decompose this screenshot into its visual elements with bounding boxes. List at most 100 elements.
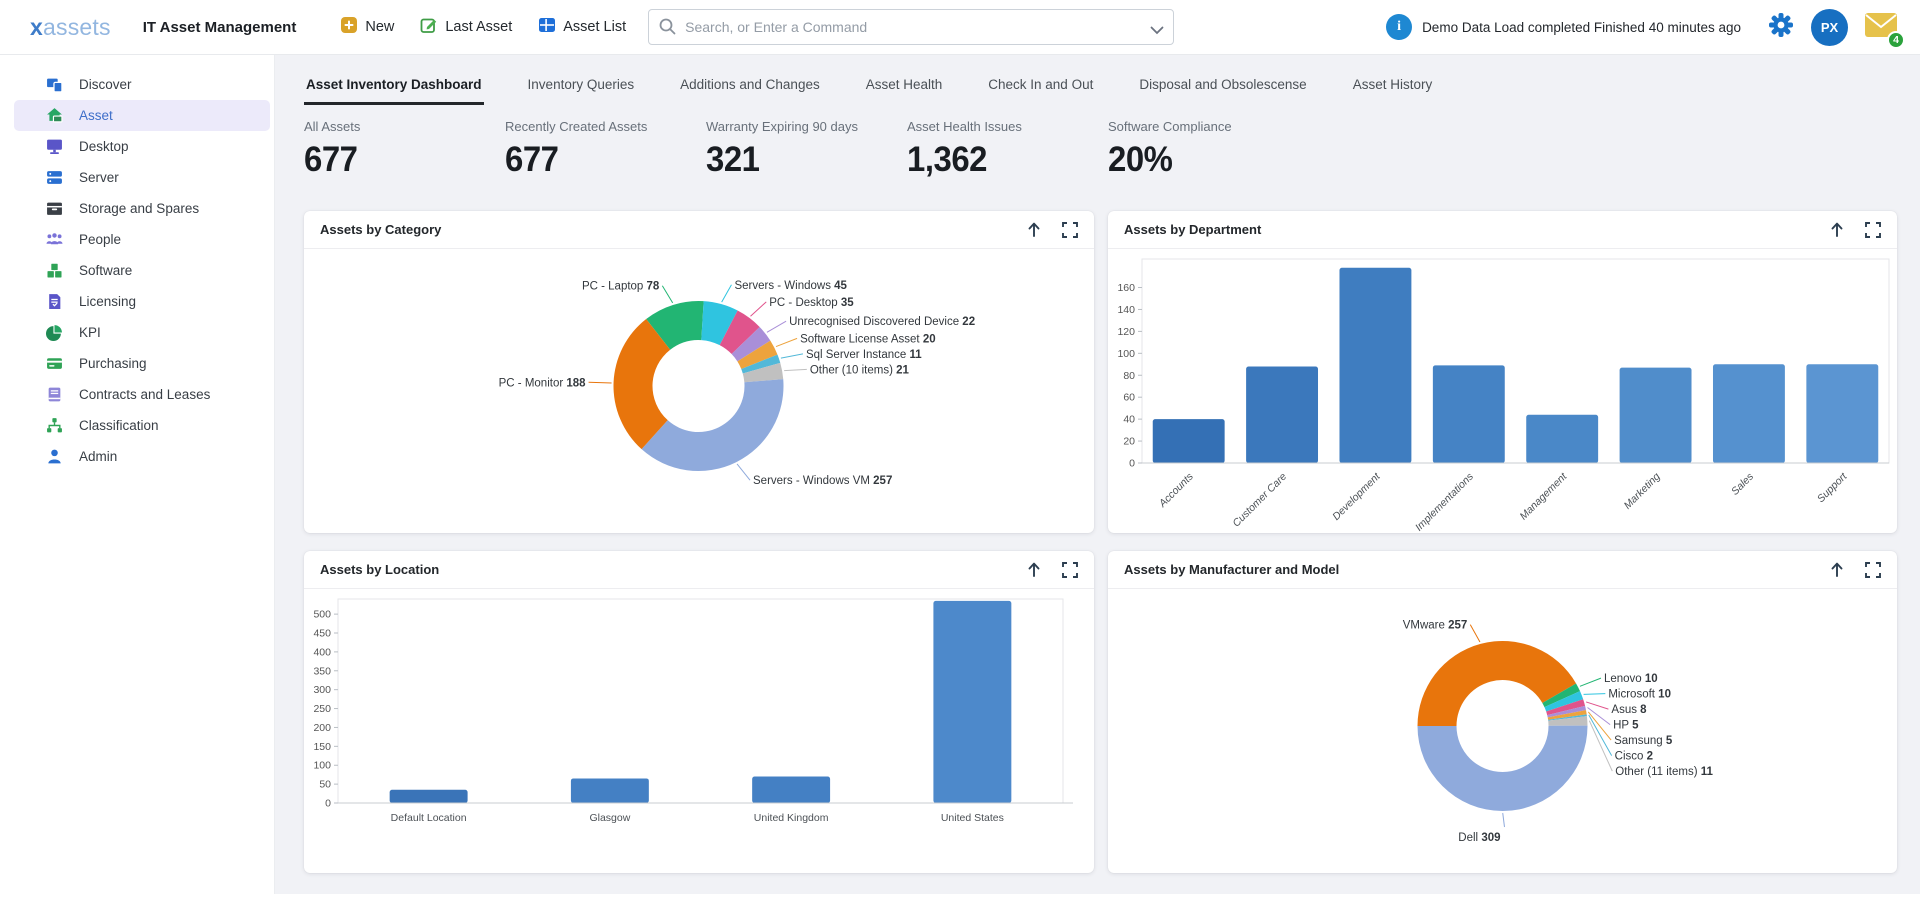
notification-banner: i Demo Data Load completed Finished 40 m… [1386,14,1741,40]
tab-asset-health[interactable]: Asset Health [864,75,945,105]
label-leader-line [722,285,732,302]
sidebar-item-server[interactable]: Server [14,162,270,193]
search-input[interactable] [648,9,1174,45]
label-leader-line [784,369,807,370]
bar-default-location[interactable] [390,790,468,803]
edit-pencil-icon [420,16,438,38]
label-leader-line [737,464,750,480]
export-arrow-up-icon[interactable] [1026,561,1042,578]
table-grid-icon [538,16,556,38]
asset-list-button[interactable]: Asset List [538,16,626,38]
donut-slice-label: Servers - Windows VM 257 [753,475,892,487]
card-assets-by-manufacturer-and-model: Assets by Manufacturer and Model VMware … [1108,551,1897,873]
xassets-logo[interactable]: xassets [30,14,111,41]
kpi-value: 321 [706,140,895,180]
kpi-value: 20% [1108,140,1297,180]
bar-united-kingdom[interactable] [752,777,830,803]
y-tick-label: 0 [325,798,331,810]
cubes-icon [46,262,63,279]
y-tick-label: 20 [1123,436,1135,448]
tab-asset-history[interactable]: Asset History [1351,75,1435,105]
bar-accounts[interactable] [1153,419,1225,463]
tab-inventory-queries[interactable]: Inventory Queries [526,75,637,105]
card-assets-by-category: Assets by Category PC - Laptop 78Servers… [304,211,1094,533]
footer-strip [0,894,1920,911]
tab-disposal-and-obsolescense[interactable]: Disposal and Obsolescense [1137,75,1308,105]
x-category-label: United Kingdom [754,812,829,824]
last-asset-button-label: Last Asset [445,19,512,35]
tab-asset-inventory-dashboard[interactable]: Asset Inventory Dashboard [304,75,484,105]
bar-management[interactable] [1526,415,1598,463]
export-arrow-up-icon[interactable] [1829,221,1845,238]
avatar[interactable]: PX [1811,9,1848,46]
mail-badge: 4 [1887,31,1905,49]
export-arrow-up-icon[interactable] [1829,561,1845,578]
sidebar-item-admin[interactable]: Admin [14,441,270,472]
y-tick-label: 200 [313,722,331,734]
bar-implementations[interactable] [1433,365,1505,463]
sidebar-item-software[interactable]: Software [14,255,270,286]
bar-united-states[interactable] [933,601,1011,803]
sidebar-item-label: Contracts and Leases [79,387,210,402]
label-leader-line [1586,702,1608,709]
tab-additions-and-changes[interactable]: Additions and Changes [678,75,822,105]
assets-by-category-chart: PC - Laptop 78Servers - Windows 45PC - D… [304,249,1093,533]
tab-check-in-and-out[interactable]: Check In and Out [986,75,1095,105]
chevron-down-icon[interactable] [1150,22,1164,40]
sidebar-item-label: People [79,232,121,247]
sidebar-item-kpi[interactable]: KPI [14,317,270,348]
export-arrow-up-icon[interactable] [1026,221,1042,238]
card-header: Assets by Manufacturer and Model [1108,551,1897,589]
donut-slice-label: PC - Laptop 78 [582,281,660,293]
kpi-value: 1,362 [907,140,1096,180]
bar-support[interactable] [1806,364,1878,463]
sidebar-item-discover[interactable]: Discover [14,69,270,100]
donut-slice-label: PC - Desktop 35 [769,297,854,309]
gear-icon[interactable] [1767,11,1795,44]
tabs-bar: Asset Inventory Dashboard Inventory Queri… [304,75,1882,105]
sidebar-item-label: Server [79,170,119,185]
expand-icon[interactable] [1062,562,1078,578]
sidebar-item-licensing[interactable]: Licensing [14,286,270,317]
donut-slice-label: Microsoft 10 [1608,689,1671,701]
sidebar-item-storage-and-spares[interactable]: Storage and Spares [14,193,270,224]
sidebar-nav: Discover Asset Desktop Server Storage and Sp… [0,55,275,894]
topbar: xassets IT Asset Management New Last Ass… [0,0,1920,55]
logo-x: x [30,14,43,40]
y-tick-label: 50 [319,779,331,791]
donut-slice-label: Cisco 2 [1615,751,1653,763]
label-leader-line [776,338,797,346]
book-icon [46,386,63,403]
sidebar-item-desktop[interactable]: Desktop [14,131,270,162]
sidebar-item-label: Storage and Spares [79,201,199,216]
expand-icon[interactable] [1062,222,1078,238]
bar-customer-care[interactable] [1246,366,1318,463]
card-title: Assets by Category [320,222,441,237]
new-button-label: New [365,19,394,35]
bar-sales[interactable] [1713,364,1785,463]
new-button[interactable]: New [340,16,394,38]
sidebar-item-label: Asset [79,108,113,123]
asset-house-icon [46,107,63,124]
sidebar-item-people[interactable]: People [14,224,270,255]
sidebar-item-classification[interactable]: Classification [14,410,270,441]
topbar-right: i Demo Data Load completed Finished 40 m… [1386,9,1898,46]
search-container [648,9,1174,45]
sidebar-item-purchasing[interactable]: Purchasing [14,348,270,379]
search-icon [658,17,677,41]
kpi-stats-row: All Assets677Recently Created Assets677W… [304,119,1882,191]
y-tick-label: 150 [313,741,331,753]
kpi-recently-created-assets: Recently Created Assets677 [505,119,706,191]
mail-button[interactable]: 4 [1864,12,1898,43]
donut-slice[interactable] [1418,726,1588,811]
expand-icon[interactable] [1865,562,1881,578]
sidebar-item-contracts-and-leases[interactable]: Contracts and Leases [14,379,270,410]
x-category-label: Development [1330,470,1383,523]
expand-icon[interactable] [1865,222,1881,238]
sidebar-item-label: KPI [79,325,101,340]
bar-glasgow[interactable] [571,778,649,803]
bar-marketing[interactable] [1620,368,1692,463]
bar-development[interactable] [1339,268,1411,463]
sidebar-item-asset[interactable]: Asset [14,100,270,131]
last-asset-button[interactable]: Last Asset [420,16,512,38]
